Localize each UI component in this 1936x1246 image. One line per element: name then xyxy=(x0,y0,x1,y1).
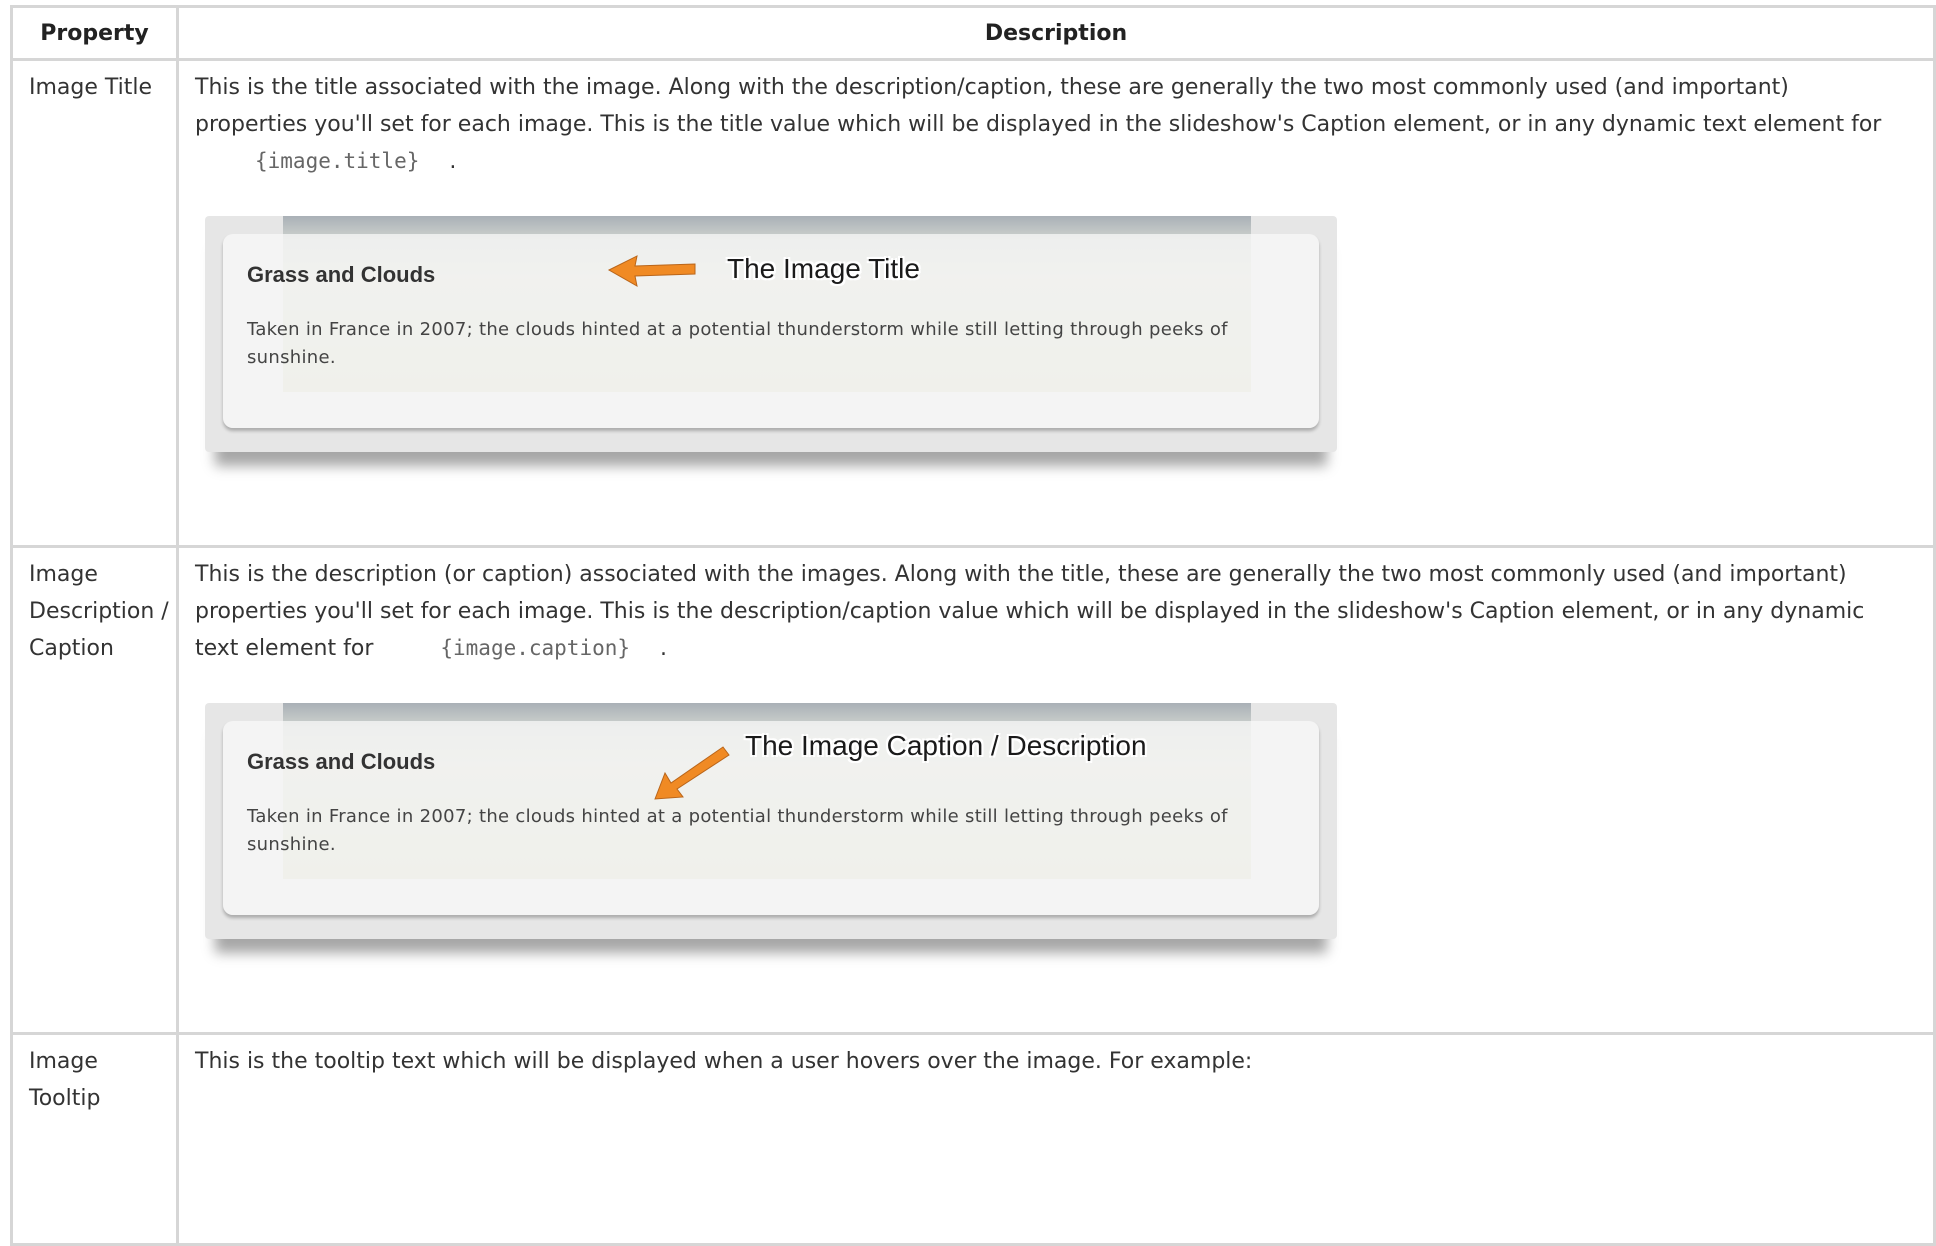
property-name: Image Description / Caption xyxy=(10,545,179,1035)
description-text: This is the title associated with the im… xyxy=(195,75,1882,137)
property-name: Image Title xyxy=(10,58,179,548)
caption-example-image: Grass and Clouds Taken in France in 2007… xyxy=(195,216,1337,516)
table-row: Image Title This is the title associated… xyxy=(10,58,1936,548)
property-name: Image Tooltip xyxy=(10,1032,179,1246)
description-end: . xyxy=(449,149,457,174)
code-token: {image.title} xyxy=(255,149,420,173)
description-text: This is the tooltip text which will be d… xyxy=(195,1049,1253,1074)
description-end: . xyxy=(660,636,668,661)
header-row: Property Description xyxy=(10,5,1936,61)
code-token: {image.caption} xyxy=(440,636,631,660)
property-description: This is the title associated with the im… xyxy=(176,58,1936,548)
callout-label: The Image Caption / Description xyxy=(745,730,1147,761)
caption-example-image: Grass and Clouds Taken in France in 2007… xyxy=(195,703,1337,1003)
table-row: Image Description / Caption This is the … xyxy=(10,545,1936,1035)
properties-table: Property Description Image Title This is… xyxy=(10,5,1936,1246)
property-description: This is the description (or caption) ass… xyxy=(176,545,1936,1035)
table-row: Image Tooltip This is the tooltip text w… xyxy=(10,1032,1936,1246)
header-description: Description xyxy=(176,5,1936,61)
callout-label: The Image Title xyxy=(727,253,920,284)
header-property: Property xyxy=(10,5,179,61)
property-description: This is the tooltip text which will be d… xyxy=(176,1032,1936,1246)
